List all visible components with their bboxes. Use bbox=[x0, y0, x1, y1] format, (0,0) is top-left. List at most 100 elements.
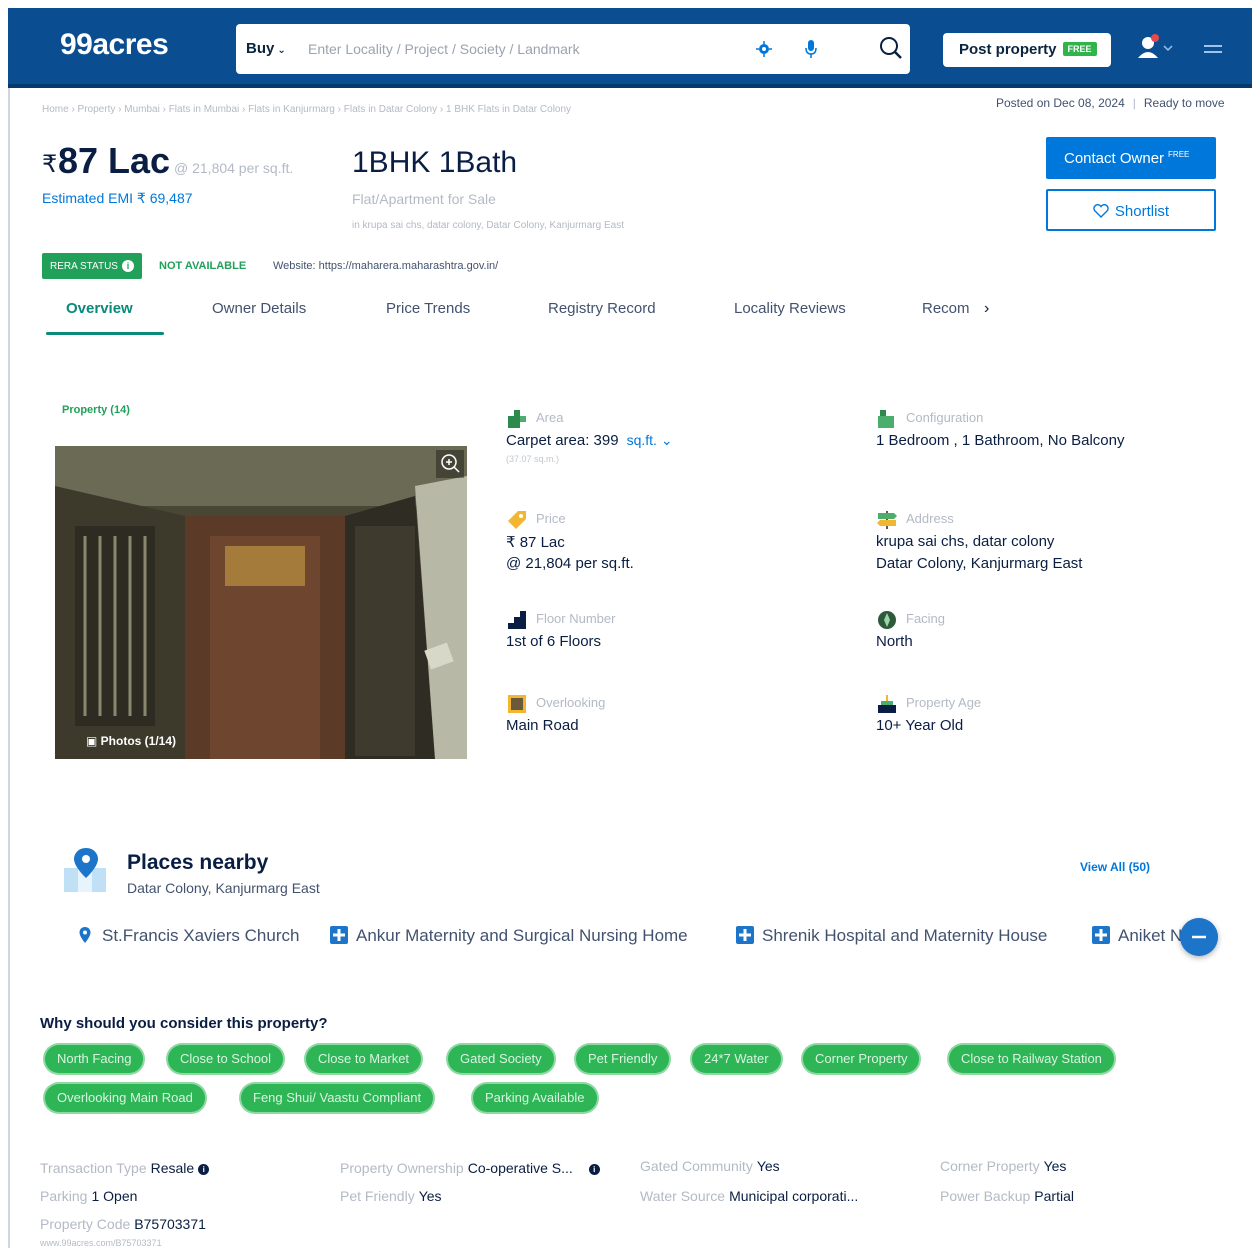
place-item[interactable]: Aniket N bbox=[1092, 926, 1182, 946]
overlooking-value: Main Road bbox=[506, 717, 579, 734]
camera-icon: ▣ bbox=[86, 734, 101, 748]
fact-key: Pet Friendly bbox=[340, 1188, 415, 1204]
tab-owner-details[interactable]: Owner Details bbox=[212, 300, 306, 317]
chevron-right-icon[interactable]: › bbox=[984, 300, 989, 318]
address-line-2: Datar Colony, Kanjurmarg East bbox=[876, 555, 1083, 572]
free-badge: FREE bbox=[1062, 42, 1097, 56]
detail-price: Price ₹ 87 Lac @ 21,804 per sq.ft. bbox=[506, 509, 846, 579]
shortlist-label: Shortlist bbox=[1114, 203, 1170, 220]
hospital-icon bbox=[330, 926, 348, 944]
detail-configuration: Configuration 1 Bedroom , 1 Bathroom, No… bbox=[876, 408, 1216, 458]
unit-label: sq.ft. bbox=[626, 432, 657, 448]
price-tag-icon bbox=[508, 511, 526, 529]
buy-dropdown[interactable]: Buy ⌄ bbox=[246, 40, 286, 57]
info-icon: i bbox=[121, 260, 134, 272]
window-icon bbox=[508, 695, 526, 713]
tab-recommendations[interactable]: Recom bbox=[922, 300, 970, 317]
tab-registry-record[interactable]: Registry Record bbox=[548, 300, 656, 317]
fact-value: Yes bbox=[1043, 1158, 1067, 1174]
detail-floor: Floor Number 1st of 6 Floors bbox=[506, 609, 846, 659]
search-bar: Buy ⌄ bbox=[236, 24, 910, 74]
tab-price-trends[interactable]: Price Trends bbox=[386, 300, 470, 317]
post-property-label: Post property bbox=[959, 41, 1057, 58]
detail-overlooking: Overlooking Main Road bbox=[506, 693, 846, 743]
property-photo[interactable] bbox=[55, 446, 467, 759]
fact-property-code: Property Code B75703371 bbox=[40, 1216, 206, 1232]
fact-value: B75703371 bbox=[134, 1216, 206, 1232]
currency-symbol: ₹ bbox=[42, 151, 58, 178]
property-url[interactable]: www.99acres.com/B75703371 bbox=[40, 1238, 162, 1248]
facing-value: North bbox=[876, 633, 913, 650]
fact-key: Gated Community bbox=[640, 1158, 753, 1174]
area-label: Area bbox=[536, 410, 564, 425]
price-value: ₹ 87 Lac bbox=[506, 534, 565, 551]
zoom-in-icon[interactable] bbox=[436, 450, 464, 478]
locate-me-icon[interactable] bbox=[756, 41, 772, 57]
info-icon[interactable]: i bbox=[588, 1164, 600, 1175]
feature-chip: North Facing bbox=[45, 1045, 144, 1073]
search-input[interactable] bbox=[308, 34, 728, 64]
place-name: Ankur Maternity and Surgical Nursing Hom… bbox=[356, 926, 688, 945]
place-item[interactable]: Ankur Maternity and Surgical Nursing Hom… bbox=[330, 926, 688, 946]
fact-value: Co-operative S... bbox=[467, 1160, 573, 1176]
places-nearby-title: Places nearby bbox=[127, 851, 269, 874]
signpost-icon bbox=[877, 511, 897, 529]
contact-owner-label: Contact Owner bbox=[1064, 150, 1165, 167]
rera-status-value: NOT AVAILABLE bbox=[159, 260, 247, 272]
photos-counter-label: Photos (1/14) bbox=[100, 734, 177, 748]
area-sqm: (37.07 sq.m.) bbox=[506, 454, 560, 464]
fact-key: Water Source bbox=[640, 1188, 726, 1204]
fact-value: Resale bbox=[150, 1160, 195, 1176]
feature-chip: 24*7 Water bbox=[692, 1045, 781, 1073]
fact-value: Partial bbox=[1034, 1188, 1074, 1204]
fact-gated-community: Gated Community Yes bbox=[640, 1158, 780, 1174]
user-account-icon[interactable] bbox=[1136, 34, 1176, 62]
rera-status-badge[interactable]: RERA STATUS i bbox=[42, 253, 142, 279]
scroll-places-button[interactable] bbox=[1180, 918, 1218, 956]
cake-icon bbox=[878, 695, 896, 713]
feature-chip: Close to School bbox=[168, 1045, 284, 1073]
fact-power-backup: Power Backup Partial bbox=[940, 1188, 1074, 1204]
facing-label: Facing bbox=[906, 611, 946, 626]
detail-facing: Facing North bbox=[876, 609, 1216, 659]
price-per-sqft-value: @ 21,804 per sq.ft. bbox=[506, 555, 634, 572]
posted-date: Posted on Dec 08, 2024 bbox=[996, 96, 1125, 110]
site-logo[interactable]: 99acres bbox=[60, 28, 169, 62]
configuration-value: 1 Bedroom , 1 Bathroom, No Balcony bbox=[876, 432, 1125, 449]
photos-counter[interactable]: ▣ Photos (1/14) bbox=[86, 734, 176, 748]
location-pin-icon bbox=[79, 927, 91, 943]
rera-website[interactable]: Website: https://maharera.maharashtra.go… bbox=[273, 260, 498, 272]
fact-water-source: Water Source Municipal corporati... bbox=[640, 1188, 858, 1204]
contact-owner-button[interactable]: Contact Owner FREE bbox=[1046, 137, 1216, 179]
tab-locality-reviews[interactable]: Locality Reviews bbox=[734, 300, 846, 317]
feature-chip: Gated Society bbox=[448, 1045, 554, 1073]
compass-icon bbox=[878, 611, 896, 629]
fact-key: Parking bbox=[40, 1188, 88, 1204]
configuration-icon bbox=[878, 410, 894, 428]
address-label: Address bbox=[906, 511, 954, 526]
address-line-1: krupa sai chs, datar colony bbox=[876, 533, 1055, 550]
search-icon[interactable] bbox=[876, 34, 906, 64]
fact-transaction-type: Transaction Type Resale i bbox=[40, 1160, 210, 1176]
fact-value: Yes bbox=[756, 1158, 780, 1174]
shortlist-button[interactable]: Shortlist bbox=[1046, 189, 1216, 231]
floor-value: 1st of 6 Floors bbox=[506, 633, 602, 650]
place-item[interactable]: Shrenik Hospital and Maternity House bbox=[736, 926, 1047, 946]
estimated-emi-link[interactable]: Estimated EMI ₹ 69,487 bbox=[42, 190, 193, 207]
breadcrumb[interactable]: Home › Property › Mumbai › Flats in Mumb… bbox=[42, 104, 571, 115]
info-icon[interactable]: i bbox=[198, 1164, 210, 1175]
place-name: St.Francis Xaviers Church bbox=[102, 926, 300, 945]
property-age-value: 10+ Year Old bbox=[876, 717, 964, 734]
floor-stairs-icon bbox=[508, 611, 526, 629]
hamburger-menu-icon[interactable] bbox=[1204, 42, 1222, 58]
unit-dropdown[interactable]: sq.ft. ⌄ bbox=[627, 432, 673, 448]
tab-overview[interactable]: Overview bbox=[66, 300, 133, 317]
area-icon bbox=[508, 410, 526, 428]
place-item[interactable]: St.Francis Xaviers Church bbox=[76, 926, 299, 946]
feature-chip: Overlooking Main Road bbox=[45, 1084, 205, 1112]
feature-chip: Pet Friendly bbox=[576, 1045, 670, 1073]
places-nearby-subtitle: Datar Colony, Kanjurmarg East bbox=[127, 880, 320, 896]
post-property-button[interactable]: Post property FREE bbox=[943, 33, 1111, 67]
view-all-places-link[interactable]: View All (50) bbox=[1080, 860, 1150, 874]
microphone-icon[interactable] bbox=[804, 39, 818, 59]
